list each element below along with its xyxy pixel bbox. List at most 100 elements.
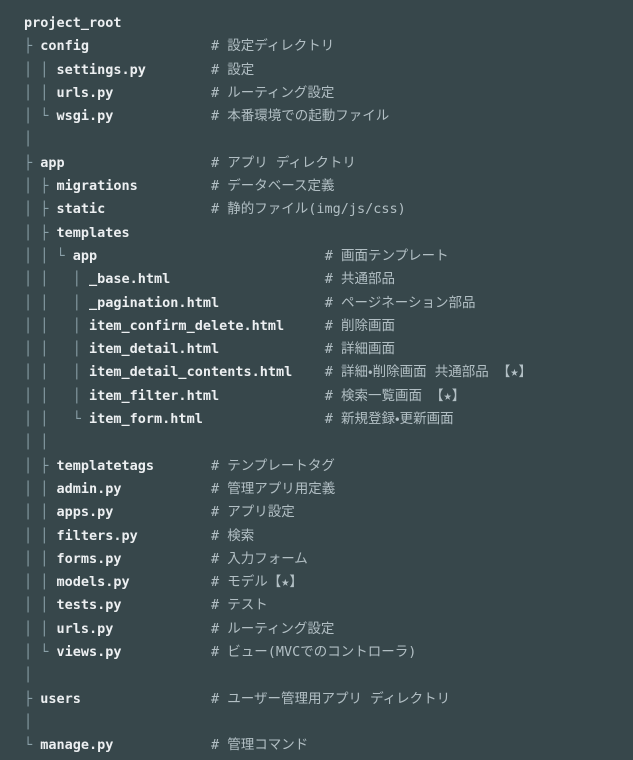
- tree-comment-pad: [219, 295, 325, 311]
- tree-row: │ │ │ _pagination.html # ページネーション部品: [24, 292, 633, 315]
- directory-tree: project_root ├ config # 設定ディレクトリ │ │ sett…: [0, 0, 633, 760]
- tree-comment: # アプリ設定: [210, 504, 295, 521]
- tree-guide: │ │: [24, 84, 57, 101]
- tree-comment-pad: [122, 15, 211, 31]
- tree-entry-name: migrations: [56, 178, 138, 195]
- tree-row: │ │ forms.py # 入力フォーム: [24, 548, 633, 571]
- tree-comment: # ページネーション部品: [324, 294, 476, 311]
- tree-comment: # 本番環境での起動ファイル: [210, 108, 390, 125]
- tree-comment: # テンプレートタグ: [210, 457, 335, 474]
- tree-comment-pad: [219, 341, 325, 357]
- tree-row: │ └ wsgi.py # 本番環境での起動ファイル: [24, 105, 633, 128]
- tree-comment-pad: [219, 388, 325, 404]
- tree-guide: │ │: [24, 480, 57, 497]
- tree-guide: │ │: [24, 527, 57, 544]
- tree-row: │ │ admin.py # 管理アプリ用定義: [24, 478, 633, 501]
- tree-guide: │ └: [24, 108, 57, 125]
- tree-row: │ │ └ item_form.html # 新規登録・更新画面: [24, 408, 633, 431]
- tree-row: │ │ urls.py # ルーティング設定: [24, 618, 633, 641]
- tree-row: │ │ │ item_confirm_delete.html # 削除画面: [24, 315, 633, 338]
- tree-comment-pad: [130, 225, 211, 241]
- tree-entry-name: app: [72, 247, 98, 264]
- tree-entry-name: _base.html: [89, 271, 171, 288]
- tree-comment-pad: [105, 201, 211, 217]
- tree-guide: │ │ └: [24, 247, 73, 264]
- tree-guide: └: [24, 737, 41, 754]
- tree-entry-name: forms.py: [56, 550, 122, 567]
- tree-comment-pad: [81, 691, 211, 707]
- tree-guide: │ ├: [24, 201, 57, 218]
- tree-entry-name: templates: [56, 224, 130, 241]
- tree-comment-pad: [292, 364, 325, 380]
- tree-comment: # 削除画面: [324, 317, 396, 334]
- tree-guide: │ ├: [24, 457, 57, 474]
- tree-entry-name: views.py: [56, 644, 122, 661]
- tree-spacer-row: │ │: [24, 431, 633, 454]
- tree-guide: │ └: [24, 644, 57, 661]
- tree-entry-name: urls.py: [56, 620, 114, 637]
- tree-spacer-row: │: [24, 664, 633, 687]
- tree-guide: │ │: [24, 504, 57, 521]
- tree-comment-pad: [154, 458, 211, 474]
- tree-row: │ │ └ app # 画面テンプレート: [24, 245, 633, 268]
- tree-guide: │ │ │: [24, 364, 90, 381]
- tree-comment-pad: [113, 504, 211, 520]
- tree-guide: │: [24, 667, 33, 684]
- tree-comment-pad: [32, 667, 211, 683]
- tree-entry-name: apps.py: [56, 504, 114, 521]
- tree-comment-pad: [97, 248, 325, 264]
- tree-entry-name: item_detail_contents.html: [89, 364, 293, 381]
- tree-comment: # 静的ファイル(img/js/css): [210, 201, 406, 218]
- tree-entry-name: config: [40, 38, 90, 55]
- tree-row: project_root: [24, 12, 633, 35]
- tree-guide: │ ├: [24, 224, 57, 241]
- tree-comment-pad: [138, 528, 211, 544]
- tree-row: │ │ filters.py # 検索: [24, 525, 633, 548]
- tree-guide: │ │: [24, 597, 57, 614]
- tree-guide: │ │: [24, 620, 57, 637]
- tree-entry-name: admin.py: [56, 480, 122, 497]
- tree-guide: │ │ │: [24, 317, 90, 334]
- tree-comment-pad: [146, 62, 211, 78]
- tree-row: │ │ settings.py # 設定: [24, 59, 633, 82]
- tree-entry-name: _pagination.html: [89, 294, 220, 311]
- tree-guide: │ │ │: [24, 294, 90, 311]
- tree-comment-pad: [113, 737, 211, 753]
- tree-comment: # ルーティング設定: [210, 84, 335, 101]
- tree-comment: # 詳細画面: [324, 341, 396, 358]
- tree-row: │ ├ migrations # データベース定義: [24, 175, 633, 198]
- tree-comment: # 詳細・削除画面 共通部品 【★】: [324, 364, 532, 381]
- tree-comment: # アプリ ディレクトリ: [210, 154, 356, 171]
- tree-guide: │ │: [24, 574, 57, 591]
- tree-entry-name: tests.py: [56, 597, 122, 614]
- tree-comment: # 設定: [210, 61, 255, 78]
- tree-comment: # ビュー(MVCでのコントローラ): [210, 644, 417, 661]
- tree-entry-name: wsgi.py: [56, 108, 114, 125]
- tree-comment-pad: [113, 621, 211, 637]
- tree-guide: ├: [24, 690, 41, 707]
- tree-guide: │ │ │: [24, 387, 90, 404]
- tree-guide: │ ├: [24, 178, 57, 195]
- tree-row: │ │ tests.py # テスト: [24, 594, 633, 617]
- tree-row: │ │ │ item_filter.html # 検索一覧画面 【★】: [24, 385, 633, 408]
- tree-entry-name: templatetags: [56, 457, 155, 474]
- tree-comment-pad: [122, 597, 211, 613]
- tree-row: │ │ apps.py # アプリ設定: [24, 501, 633, 524]
- tree-row: │ │ urls.py # ルーティング設定: [24, 82, 633, 105]
- tree-comment: # ルーティング設定: [210, 620, 335, 637]
- tree-comment-pad: [122, 644, 211, 660]
- tree-guide: │ │ │: [24, 341, 90, 358]
- tree-comment-pad: [138, 178, 211, 194]
- tree-row: │ └ views.py # ビュー(MVCでのコントローラ): [24, 641, 633, 664]
- tree-entry-name: project_root: [24, 15, 122, 31]
- tree-entry-name: item_confirm_delete.html: [89, 317, 285, 334]
- tree-comment: # 新規登録・更新画面: [324, 411, 454, 428]
- tree-comment-pad: [32, 714, 211, 730]
- tree-guide: │ │ │: [24, 271, 90, 288]
- tree-comment-pad: [203, 411, 325, 427]
- tree-spacer-row: │: [24, 128, 633, 151]
- tree-comment-pad: [113, 108, 211, 124]
- tree-guide: │: [24, 713, 33, 730]
- tree-comment-pad: [89, 38, 211, 54]
- tree-guide: │ │: [24, 434, 49, 451]
